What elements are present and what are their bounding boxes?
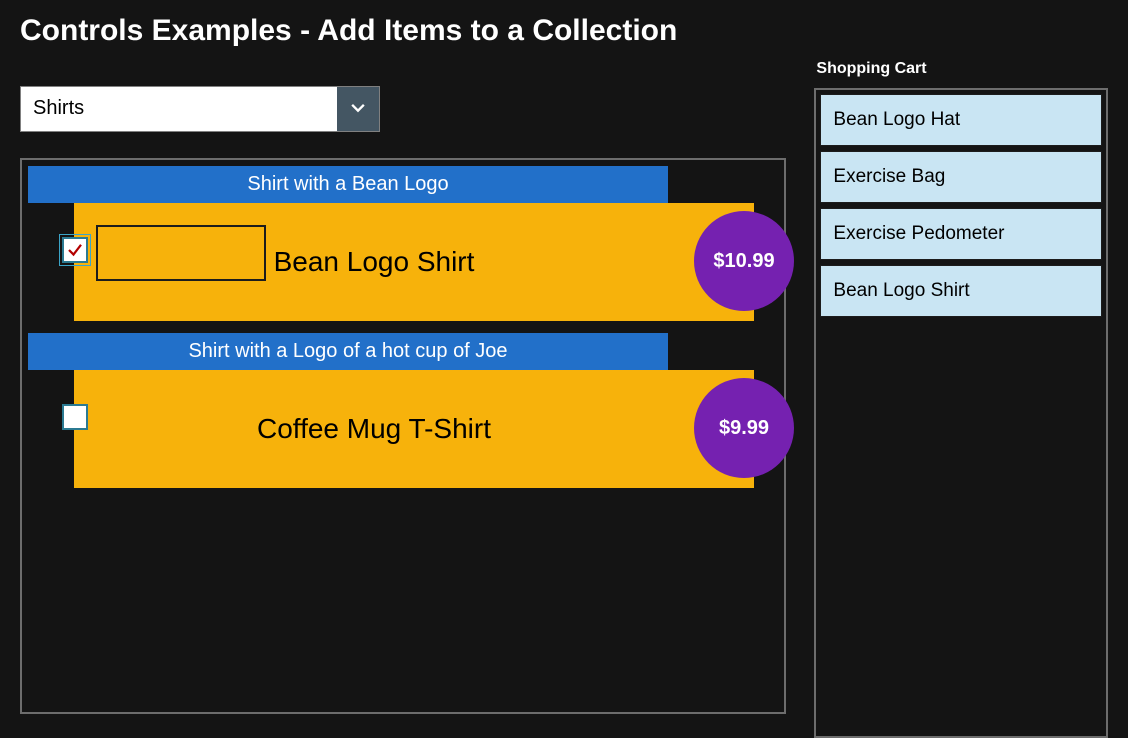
cart-item[interactable]: Exercise Bag bbox=[820, 151, 1102, 203]
cart-item[interactable]: Exercise Pedometer bbox=[820, 208, 1102, 260]
product-body: Bean Logo Shirt $10.99 bbox=[74, 203, 754, 321]
product-checkbox[interactable] bbox=[60, 235, 90, 265]
cart-item[interactable]: Bean Logo Hat bbox=[820, 94, 1102, 146]
category-dropdown-value: Shirts bbox=[21, 87, 337, 131]
price-badge: $10.99 bbox=[694, 211, 794, 311]
category-dropdown[interactable]: Shirts bbox=[20, 86, 380, 132]
right-column: Shopping Cart Bean Logo Hat Exercise Bag… bbox=[814, 58, 1108, 738]
page-title: Controls Examples - Add Items to a Colle… bbox=[0, 0, 1128, 58]
product-card: Shirt with a Bean Logo Bean Logo Shirt $… bbox=[28, 166, 778, 321]
checkbox-box bbox=[62, 404, 88, 430]
cart-title: Shopping Cart bbox=[814, 60, 1108, 78]
cart-panel: Bean Logo Hat Exercise Bag Exercise Pedo… bbox=[814, 88, 1108, 738]
product-description: Shirt with a Logo of a hot cup of Joe bbox=[28, 333, 668, 370]
checkmark-icon bbox=[66, 241, 84, 259]
product-card: Shirt with a Logo of a hot cup of Joe Co… bbox=[28, 333, 778, 488]
left-column: Shirts Shirt with a Bean Logo Bean Logo … bbox=[20, 58, 786, 738]
product-description: Shirt with a Bean Logo bbox=[28, 166, 668, 203]
product-body: Coffee Mug T-Shirt $9.99 bbox=[74, 370, 754, 488]
chevron-down-icon[interactable] bbox=[337, 87, 379, 131]
cart-item[interactable]: Bean Logo Shirt bbox=[820, 265, 1102, 317]
product-checkbox[interactable] bbox=[60, 402, 90, 432]
product-name: Coffee Mug T-Shirt bbox=[74, 413, 754, 445]
products-panel: Shirt with a Bean Logo Bean Logo Shirt $… bbox=[20, 158, 786, 714]
price-badge: $9.99 bbox=[694, 378, 794, 478]
checkbox-box bbox=[62, 237, 88, 263]
product-name: Bean Logo Shirt bbox=[74, 246, 754, 278]
